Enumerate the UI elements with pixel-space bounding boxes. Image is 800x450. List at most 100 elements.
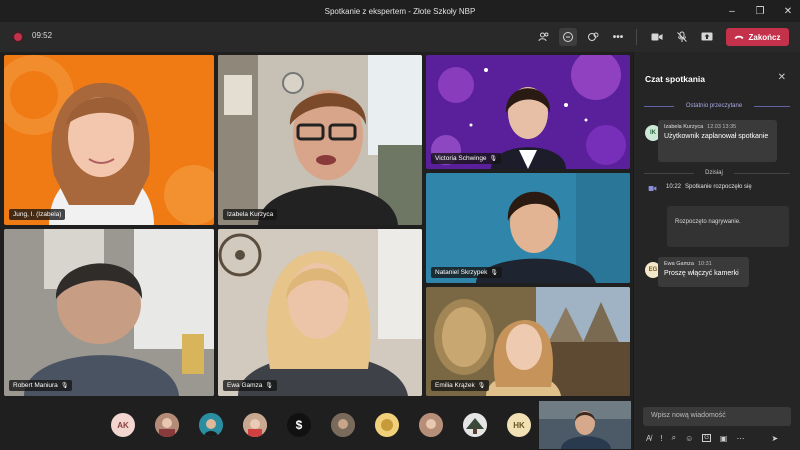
recording-text: Rozpoczęto nagrywanie. xyxy=(675,219,741,225)
participant-name: Nataniel Skrzypek xyxy=(435,269,488,276)
message-time: 10:31 xyxy=(697,261,712,267)
message-input[interactable]: Wpisz nową wiadomość xyxy=(643,407,791,426)
mic-muted-icon[interactable] xyxy=(673,28,691,46)
video-stage: Jung, I. (Izabela) Izabela Kurzyca Victo… xyxy=(0,52,633,400)
avatar[interactable] xyxy=(243,413,267,437)
video-tile-jung[interactable]: Jung, I. (Izabela) xyxy=(4,55,214,225)
sticker-icon[interactable]: ▣ xyxy=(720,434,728,443)
avatar-photo xyxy=(463,413,487,437)
message-text: Użytkownik zaplanował spotkanie xyxy=(664,133,769,140)
close-chat-icon[interactable]: ✕ xyxy=(778,72,786,83)
mic-icon: 🎙 xyxy=(489,156,498,162)
phone-hangup-icon xyxy=(734,35,744,39)
participant-name: Victoria Schwinge xyxy=(435,155,487,162)
video-tile-robert-maniura[interactable]: Robert Maniura 🎙 xyxy=(4,229,214,396)
message-author: Izabela Kurzyca xyxy=(664,124,704,130)
divider-line xyxy=(644,106,674,107)
participant-name-tag: Ewa Gamza 🎙 xyxy=(223,380,278,391)
more-actions-icon[interactable]: ••• xyxy=(609,28,627,46)
maximize-button[interactable]: ❐ xyxy=(754,6,766,17)
mic-icon: 🎙 xyxy=(265,383,274,389)
share-screen-icon[interactable] xyxy=(698,28,716,46)
avatar[interactable]: AK xyxy=(111,413,135,437)
video-feed xyxy=(218,229,422,396)
toolbar-divider xyxy=(636,29,637,45)
camera-icon[interactable] xyxy=(648,28,666,46)
system-event: 10:22 Spotkanie rozpoczęło się xyxy=(666,183,786,191)
video-tile-nataniel-skrzypek[interactable]: Nataniel Skrzypek 🎙 xyxy=(426,173,630,283)
participant-name: Izabela Kurzyca xyxy=(227,211,274,218)
self-view-video[interactable] xyxy=(539,401,631,449)
video-feed xyxy=(4,229,214,396)
meeting-event-icon xyxy=(648,185,657,194)
chat-message: Ewa Gamza 10:31 Proszę włączyć kamerki xyxy=(658,257,749,287)
avatar-photo xyxy=(199,413,223,437)
video-feed xyxy=(539,401,631,449)
participant-name-tag: Nataniel Skrzypek 🎙 xyxy=(431,267,503,278)
participant-name-tag: Victoria Schwinge 🎙 xyxy=(431,153,502,164)
leave-button[interactable]: Zakończ xyxy=(726,28,789,46)
send-icon[interactable]: ➤ xyxy=(771,434,778,443)
format-icon[interactable]: A̸ xyxy=(646,434,651,443)
chat-icon[interactable] xyxy=(559,28,577,46)
message-author: Ewa Gamza xyxy=(664,261,694,267)
recording-indicator-icon xyxy=(14,33,22,41)
window-controls: – ❐ ✕ xyxy=(726,0,794,22)
video-feed xyxy=(4,55,214,225)
avatar[interactable]: $ xyxy=(287,413,311,437)
gif-icon[interactable]: G xyxy=(702,434,711,442)
recording-card[interactable]: Rozpoczęto nagrywanie. xyxy=(667,206,789,247)
message-time: 12.03 13:35 xyxy=(707,124,737,130)
avatar-photo xyxy=(375,413,399,437)
avatar-photo xyxy=(331,413,355,437)
important-icon[interactable]: ! xyxy=(660,434,662,443)
avatar[interactable] xyxy=(419,413,443,437)
message-text: Proszę włączyć kamerki xyxy=(664,270,739,277)
divider-line xyxy=(734,173,790,174)
avatar[interactable] xyxy=(331,413,355,437)
video-tile-izabela-kurzyca[interactable]: Izabela Kurzyca xyxy=(218,55,422,225)
mic-icon: 🎙 xyxy=(490,270,499,276)
avatar-photo xyxy=(419,413,443,437)
more-options-icon[interactable]: ⋯ xyxy=(736,434,744,443)
participant-name-tag: Izabela Kurzyca xyxy=(223,209,278,220)
event-text: Spotkanie rozpoczęło się xyxy=(685,184,752,190)
leave-button-label: Zakończ xyxy=(748,32,781,42)
chat-message: Izabela Kurzyca 12.03 13:35 Użytkownik za… xyxy=(658,120,777,162)
compose-toolbar: A̸ ! ⌕ ☺ G ▣ ⋯ ➤ xyxy=(646,433,794,443)
avatar-photo xyxy=(155,413,179,437)
avatar-photo xyxy=(243,413,267,437)
title-bar: Spotkanie z ekspertem - Złote Szkoły NBP… xyxy=(0,0,800,22)
avatar[interactable] xyxy=(375,413,399,437)
chat-panel: Czat spotkania ✕ Ostatnio przeczytane IK… xyxy=(633,52,800,450)
participant-name: Robert Maniura xyxy=(13,382,58,389)
divider-line xyxy=(644,173,694,174)
participants-icon[interactable] xyxy=(535,28,553,46)
divider-line xyxy=(754,106,790,107)
video-tile-emilia-krazek[interactable]: Emilia Krążek 🎙 xyxy=(426,287,630,396)
last-read-label: Ostatnio przeczytane xyxy=(685,103,743,109)
event-time: 10:22 xyxy=(666,184,682,190)
today-label: Dzisiaj xyxy=(705,170,723,176)
video-tile-victoria-schwinge[interactable]: Victoria Schwinge 🎙 xyxy=(426,55,630,169)
attach-icon[interactable]: ⌕ xyxy=(672,433,676,443)
video-feed xyxy=(218,55,422,225)
meeting-toolbar: 09:52 ••• Zakończ xyxy=(0,22,800,52)
reactions-icon[interactable] xyxy=(584,28,602,46)
participant-name: Ewa Gamza xyxy=(227,382,263,389)
participant-name: Jung, I. (Izabela) xyxy=(13,211,62,218)
avatar[interactable]: HK xyxy=(507,413,531,437)
chat-title: Czat spotkania xyxy=(645,74,705,84)
avatar[interactable] xyxy=(463,413,487,437)
avatar[interactable] xyxy=(155,413,179,437)
participant-name-tag: Emilia Krążek 🎙 xyxy=(431,380,490,391)
emoji-icon[interactable]: ☺ xyxy=(685,434,693,443)
participant-name-tag: Robert Maniura 🎙 xyxy=(9,380,73,391)
close-window-button[interactable]: ✕ xyxy=(782,6,794,17)
avatar[interactable] xyxy=(199,413,223,437)
video-tile-ewa-gamza[interactable]: Ewa Gamza 🎙 xyxy=(218,229,422,396)
minimize-button[interactable]: – xyxy=(726,6,738,17)
mic-icon: 🎙 xyxy=(477,383,486,389)
mic-icon: 🎙 xyxy=(60,383,69,389)
video-feed xyxy=(426,55,630,169)
